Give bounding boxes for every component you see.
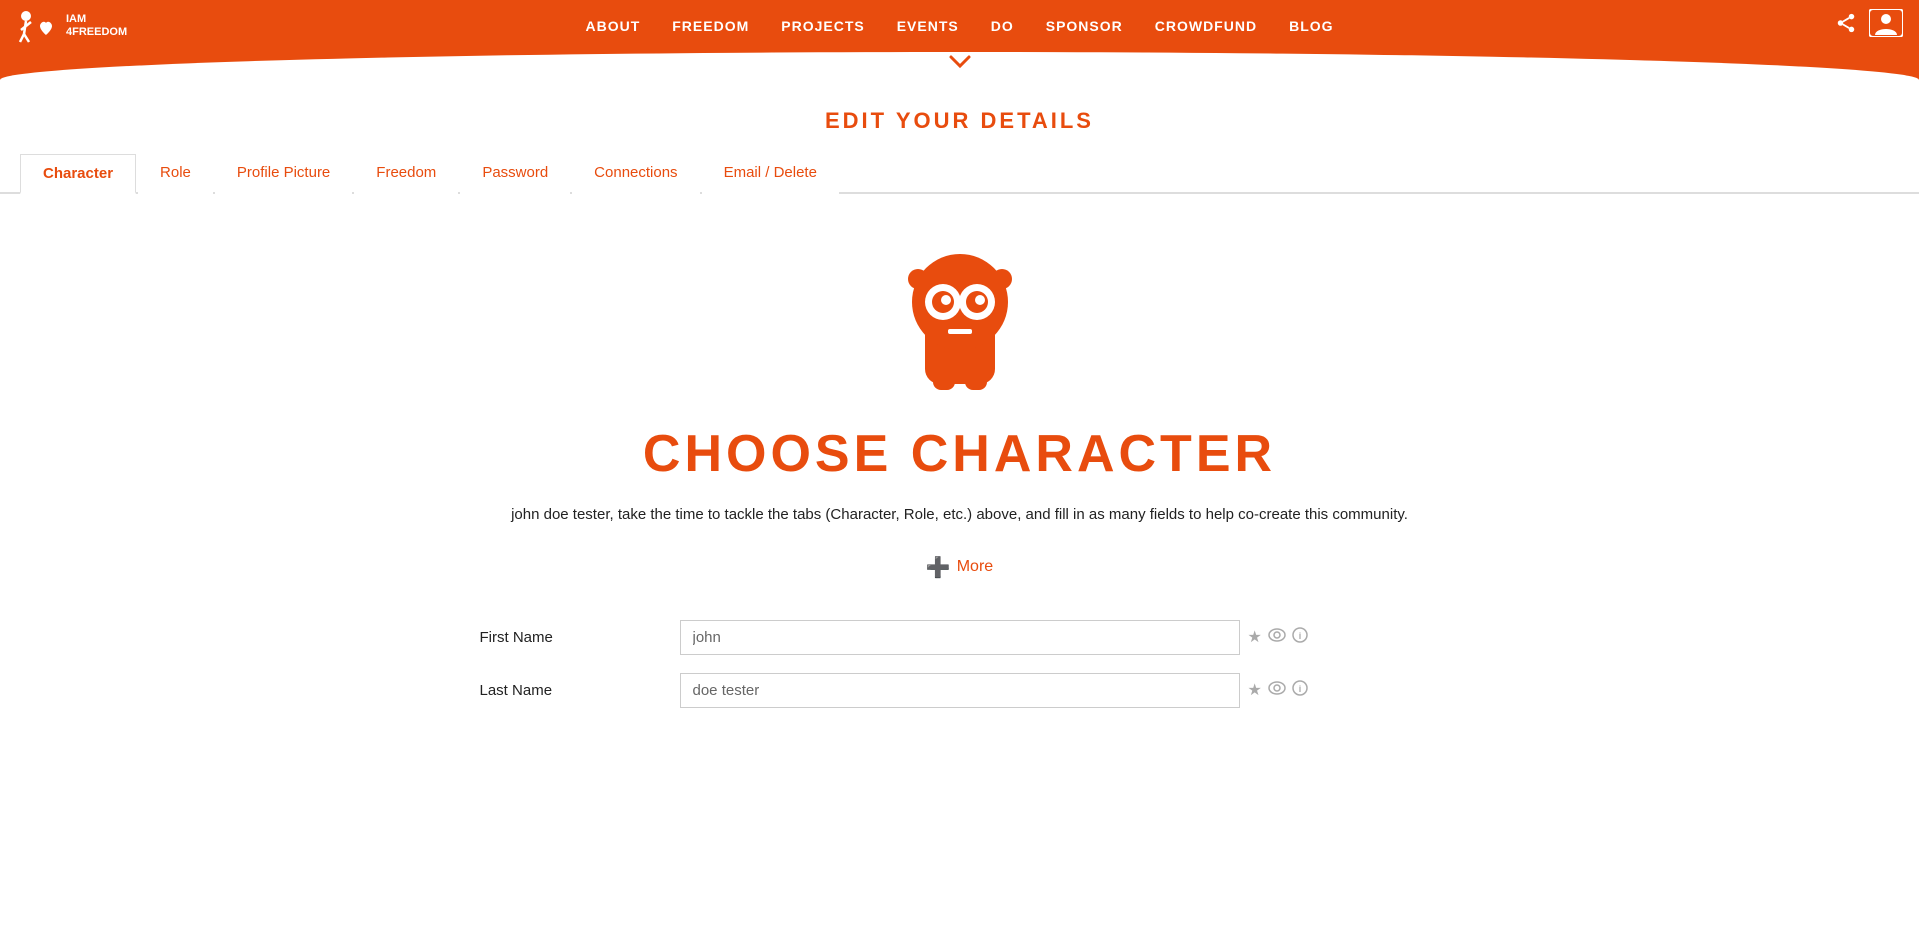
logo-icon	[16, 8, 60, 44]
tab-role[interactable]: Role	[138, 154, 213, 194]
logo-text: IAM4FREEDOM	[66, 13, 127, 39]
more-button[interactable]: ➕ More	[926, 555, 993, 580]
mascot-container	[870, 224, 1050, 404]
tab-freedom[interactable]: Freedom	[354, 154, 458, 194]
first-name-input-wrapper: ★ i	[680, 620, 1440, 655]
character-subtitle: john doe tester, take the time to tackle…	[511, 504, 1408, 527]
nav-do[interactable]: DO	[991, 18, 1014, 34]
choose-character-title: CHOOSE CHARACTER	[643, 424, 1276, 484]
tabs-container: Character Role Profile Picture Freedom P…	[0, 154, 1919, 194]
svg-text:i: i	[1299, 631, 1302, 641]
share-icon	[1835, 12, 1857, 34]
plus-icon: ➕	[926, 555, 951, 580]
share-button[interactable]	[1835, 12, 1857, 40]
last-info-icon: i	[1292, 680, 1308, 701]
last-name-input[interactable]	[680, 673, 1240, 708]
first-name-field-icons: ★ i	[1248, 627, 1308, 648]
nav-sponsor[interactable]: SPONSOR	[1046, 18, 1123, 34]
nav-crowdfund[interactable]: CROWDFUND	[1155, 18, 1257, 34]
nav-blog[interactable]: BLOG	[1289, 18, 1333, 34]
user-button[interactable]	[1869, 9, 1903, 43]
nav-freedom[interactable]: FREEDOM	[672, 18, 749, 34]
info-icon: i	[1292, 627, 1308, 648]
last-name-label: Last Name	[480, 682, 660, 699]
last-name-row: Last Name ★ i	[480, 673, 1440, 708]
nav-about[interactable]: ABOUT	[585, 18, 640, 34]
main-content: CHOOSE CHARACTER john doe tester, take t…	[0, 194, 1919, 746]
chevron-down-icon	[948, 54, 972, 70]
tab-profile-picture[interactable]: Profile Picture	[215, 154, 352, 194]
last-eye-icon	[1268, 681, 1286, 700]
header-wave	[0, 52, 1919, 80]
first-name-input[interactable]	[680, 620, 1240, 655]
nav-events[interactable]: EVENTS	[897, 18, 959, 34]
star-icon: ★	[1248, 627, 1262, 647]
tab-character[interactable]: Character	[20, 154, 136, 194]
more-label: More	[957, 558, 993, 576]
last-name-input-wrapper: ★ i	[680, 673, 1440, 708]
form-section: First Name ★ i	[460, 620, 1460, 726]
last-name-field-icons: ★ i	[1248, 680, 1308, 701]
eye-icon	[1268, 628, 1286, 647]
last-star-icon: ★	[1248, 680, 1262, 700]
page-title: EDIT YOUR DETAILS	[0, 108, 1919, 134]
page-title-section: EDIT YOUR DETAILS	[0, 80, 1919, 154]
user-icon	[1869, 9, 1903, 37]
first-name-label: First Name	[480, 629, 660, 646]
character-mascot	[870, 224, 1050, 399]
nav-projects[interactable]: PROJECTS	[781, 18, 864, 34]
svg-text:i: i	[1299, 684, 1302, 694]
tab-connections[interactable]: Connections	[572, 154, 699, 194]
main-nav: ABOUT FREEDOM PROJECTS EVENTS DO SPONSOR…	[585, 18, 1333, 34]
tab-email-delete[interactable]: Email / Delete	[702, 154, 839, 194]
first-name-row: First Name ★ i	[480, 620, 1440, 655]
tab-password[interactable]: Password	[460, 154, 570, 194]
header-actions	[1835, 9, 1903, 43]
logo[interactable]: IAM4FREEDOM	[16, 8, 127, 44]
site-header: IAM4FREEDOM ABOUT FREEDOM PROJECTS EVENT…	[0, 0, 1919, 52]
